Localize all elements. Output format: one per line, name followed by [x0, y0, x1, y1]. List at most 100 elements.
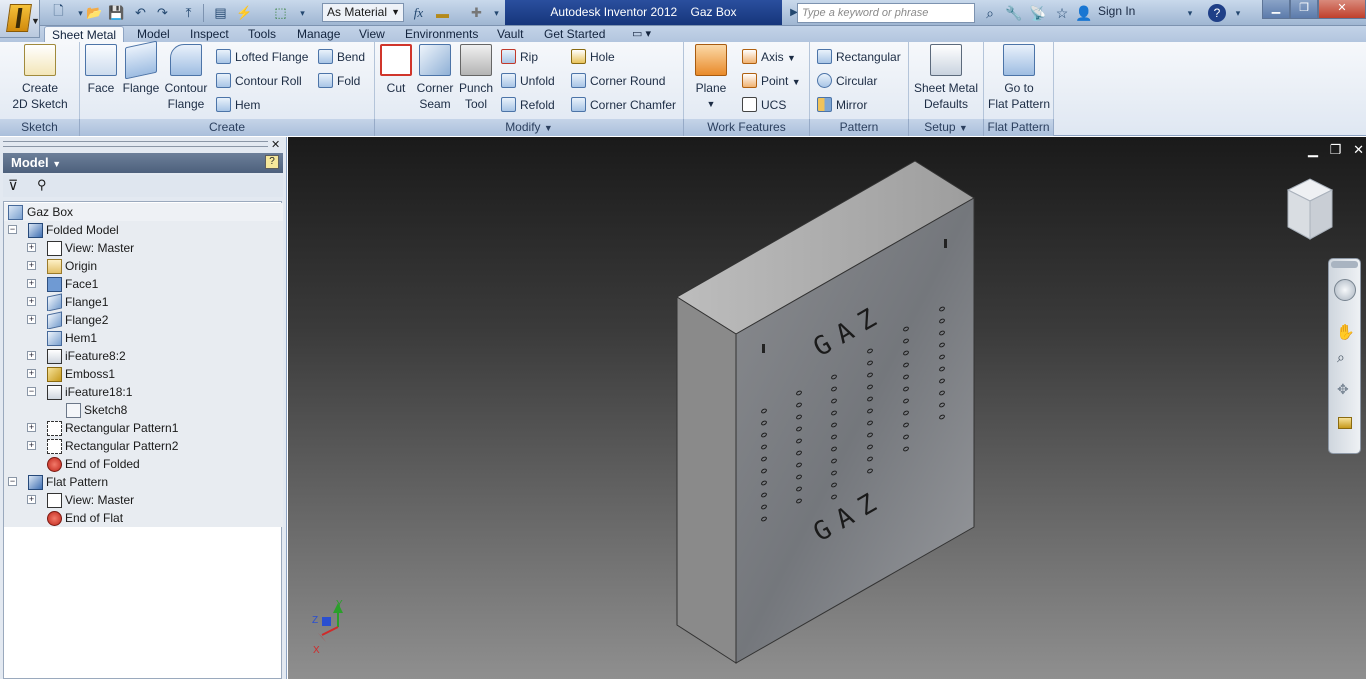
create-2d-sketch-button[interactable]: Create 2D Sketch	[6, 44, 74, 112]
expand-icon[interactable]: +	[27, 441, 36, 450]
look-at-icon[interactable]	[1338, 417, 1352, 429]
expand-icon[interactable]: +	[27, 423, 36, 432]
find-icon[interactable]: ⚲	[37, 177, 47, 193]
zoom-icon[interactable]: ⌕	[1337, 349, 1345, 366]
add-icon[interactable]: ✚	[466, 2, 487, 24]
help-dropdown-icon[interactable]: ▾	[1228, 3, 1248, 23]
collapse-icon[interactable]: −	[8, 225, 17, 234]
steering-wheel-icon[interactable]	[1334, 279, 1356, 301]
expand-icon[interactable]: +	[27, 369, 36, 378]
bend-button[interactable]: Bend	[318, 47, 365, 67]
minimize-button[interactable]: ▁	[1262, 0, 1290, 19]
subscription-icon[interactable]: 🔧	[1004, 3, 1024, 23]
tree-node[interactable]: + iFeature8:2	[4, 347, 283, 365]
filter-icon[interactable]: ⊽	[8, 177, 18, 193]
punch-tool-button[interactable]: Punch Tool	[457, 44, 495, 112]
mirror-button[interactable]: Mirror	[817, 95, 867, 115]
expand-icon[interactable]: +	[27, 243, 36, 252]
update-icon[interactable]: ⚡	[234, 2, 255, 24]
plane-button[interactable]: Plane ▼	[691, 44, 731, 112]
tree-node[interactable]: + Flange2	[4, 311, 283, 330]
tab-sheet-metal[interactable]: Sheet Metal	[44, 26, 125, 43]
expand-icon[interactable]: +	[27, 279, 36, 288]
ribbon-display-options-icon[interactable]: ▭ ▾	[632, 26, 662, 42]
orbit-icon[interactable]: ✥	[1337, 381, 1349, 398]
tree-node[interactable]: End of Folded	[4, 455, 283, 473]
contour-flange-button[interactable]: Contour Flange	[163, 44, 209, 112]
tab-tools[interactable]: Tools	[241, 26, 283, 43]
tab-view[interactable]: View	[352, 26, 392, 43]
help-icon[interactable]: ?	[1208, 4, 1226, 22]
parameters-icon[interactable]: fx	[408, 2, 429, 24]
close-icon[interactable]: ✕	[271, 138, 280, 151]
close-button[interactable]: ✕	[1318, 0, 1366, 19]
expand-icon[interactable]: +	[27, 315, 36, 324]
return-icon[interactable]: ⤒	[178, 2, 199, 24]
tree-node[interactable]: Hem1	[4, 329, 283, 347]
collapse-icon[interactable]: −	[8, 477, 17, 486]
tab-inspect[interactable]: Inspect	[183, 26, 236, 43]
tree-node[interactable]: Gaz Box	[4, 203, 283, 221]
search-input[interactable]: Type a keyword or phrase	[797, 3, 975, 23]
pan-icon[interactable]: ✋	[1336, 323, 1355, 341]
customize-qat-icon[interactable]: ▾	[486, 2, 507, 24]
corner-seam-button[interactable]: Corner Seam	[414, 44, 456, 112]
sign-in-dropdown-icon[interactable]: ▾	[1180, 3, 1200, 23]
expand-icon[interactable]: +	[27, 297, 36, 306]
sign-in-link[interactable]: Sign In	[1098, 4, 1135, 18]
undo-icon[interactable]: ↶	[130, 2, 151, 24]
cut-button[interactable]: Cut	[379, 44, 413, 96]
ucs-button[interactable]: UCS	[742, 95, 786, 115]
face-button[interactable]: Face	[84, 44, 118, 96]
panel-label-setup[interactable]: Setup ▼	[909, 119, 984, 136]
expand-icon[interactable]: +	[27, 351, 36, 360]
print-icon[interactable]: ▤	[210, 2, 231, 24]
hole-button[interactable]: Hole	[571, 47, 615, 67]
tree-node[interactable]: End of Flat	[4, 509, 283, 527]
new-icon[interactable]: 🗋	[48, 2, 69, 24]
view-cube-icon[interactable]	[1286, 178, 1334, 240]
redo-icon[interactable]: ↷	[152, 2, 173, 24]
tree-node[interactable]: Sketch8	[4, 401, 283, 419]
tree-node[interactable]: + View: Master	[4, 491, 283, 509]
material-select[interactable]: As Material ▼	[322, 3, 404, 22]
rectangular-pattern-button[interactable]: Rectangular	[817, 47, 901, 67]
tab-vault[interactable]: Vault	[490, 26, 530, 43]
circular-pattern-button[interactable]: Circular	[817, 71, 877, 91]
tree-node[interactable]: + Rectangular Pattern2	[4, 437, 283, 455]
tree-node[interactable]: + Rectangular Pattern1	[4, 419, 283, 437]
tree-node[interactable]: − Flat Pattern	[4, 473, 283, 491]
tree-node[interactable]: + Face1	[4, 275, 283, 293]
tab-environments[interactable]: Environments	[398, 26, 485, 43]
tree-node[interactable]: − Folded Model	[4, 221, 283, 239]
open-icon[interactable]: 📂	[84, 2, 105, 24]
tree-node[interactable]: + View: Master	[4, 239, 283, 257]
maximize-button[interactable]: ❐	[1290, 0, 1318, 19]
browser-help-icon[interactable]: ?	[265, 155, 279, 169]
tree-node[interactable]: + Flange1	[4, 293, 283, 312]
panel-label-modify[interactable]: Modify ▼	[375, 119, 684, 136]
hem-button[interactable]: Hem	[216, 95, 260, 115]
rip-button[interactable]: Rip	[501, 47, 538, 67]
point-button[interactable]: Point ▼	[742, 71, 801, 91]
tree-node[interactable]: + Origin	[4, 257, 283, 275]
expand-icon[interactable]: +	[27, 261, 36, 270]
browser-grip[interactable]	[3, 141, 268, 147]
refold-button[interactable]: Refold	[501, 95, 555, 115]
favorites-icon[interactable]: ☆	[1052, 3, 1072, 23]
go-to-flat-pattern-button[interactable]: Go to Flat Pattern	[986, 44, 1052, 112]
navigation-bar-grip[interactable]	[1331, 261, 1358, 268]
tab-get-started[interactable]: Get Started	[537, 26, 612, 43]
select-dropdown-icon[interactable]: ▾	[292, 2, 313, 24]
search-icon[interactable]: ⌕	[980, 3, 1000, 23]
expand-icon[interactable]: +	[27, 495, 36, 504]
collapse-icon[interactable]: −	[27, 387, 36, 396]
gaz-box-model[interactable]: GAZ GAZ	[676, 160, 975, 664]
axis-button[interactable]: Axis ▼	[742, 47, 796, 67]
tab-manage[interactable]: Manage	[290, 26, 347, 43]
save-icon[interactable]: 💾	[106, 2, 127, 24]
select-icon[interactable]: ⬚	[270, 2, 291, 24]
tree-node[interactable]: + Emboss1	[4, 365, 283, 383]
corner-round-button[interactable]: Corner Round	[571, 71, 665, 91]
fold-button[interactable]: Fold	[318, 71, 360, 91]
